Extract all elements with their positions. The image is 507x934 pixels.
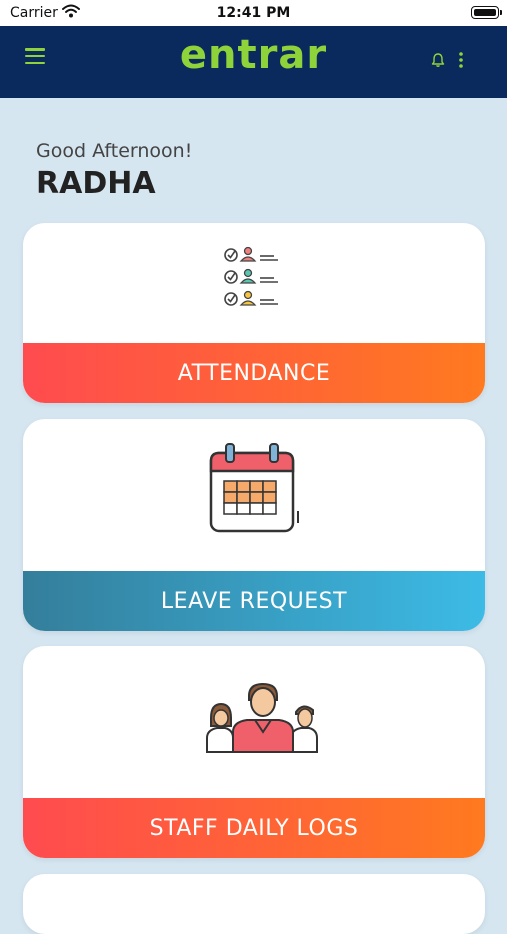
menu-card-partial[interactable] <box>23 874 485 934</box>
status-time: 12:41 PM <box>216 5 291 21</box>
staff-daily-logs-label: STAFF DAILY LOGS <box>23 798 485 858</box>
more-vertical-icon[interactable] <box>456 50 466 70</box>
battery-icon <box>471 6 502 19</box>
attendance-label: ATTENDANCE <box>23 343 485 403</box>
app-header: entrar <box>0 26 507 98</box>
greeting-text: Good Afternoon! <box>36 140 193 162</box>
attendance-card[interactable]: ATTENDANCE <box>23 223 485 403</box>
status-bar: Carrier 12:41 PM <box>0 0 507 26</box>
user-name: RADHA <box>36 166 156 201</box>
bell-icon[interactable] <box>430 52 446 68</box>
staff-daily-logs-card[interactable]: STAFF DAILY LOGS <box>23 646 485 858</box>
calendar-icon <box>209 443 299 533</box>
attendance-checklist-icon <box>224 246 278 306</box>
staff-group-icon <box>206 682 318 753</box>
leave-request-label: LEAVE REQUEST <box>23 571 485 631</box>
leave-request-card[interactable]: LEAVE REQUEST <box>23 419 485 631</box>
